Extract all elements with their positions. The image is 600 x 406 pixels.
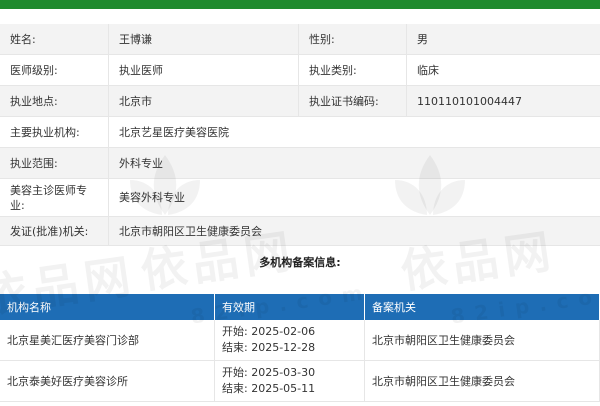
end-label: 结束: [222, 382, 248, 395]
info-row-level: 医师级别: 执业医师 执业类别: 临床 [0, 55, 600, 86]
end-date: 2025-12-28 [251, 341, 316, 354]
header-authority: 备案机关 [365, 294, 600, 320]
info-row-authority: 发证(批准)机关: 北京市朝阳区卫生健康委员会 [0, 217, 600, 246]
header-institution: 机构名称 [0, 294, 215, 320]
scope-value: 外科专业 [108, 148, 600, 178]
record-authority: 北京市朝阳区卫生健康委员会 [365, 361, 600, 401]
table-row: 北京星美汇医疗美容门诊部 开始: 2025-02-06 结束: 2025-12-… [0, 320, 600, 361]
name-label: 姓名: [10, 32, 36, 46]
info-row-location: 执业地点: 北京市 执业证书编码: 110110101004447 [0, 86, 600, 117]
specialty-value: 美容外科专业 [108, 179, 600, 216]
info-row-name: 姓名: 王博谦 性别: 男 [0, 24, 600, 55]
end-label: 结束: [222, 341, 248, 354]
info-row-institution: 主要执业机构: 北京艺星医疗美容医院 [0, 117, 600, 148]
record-period: 开始: 2025-03-30 结束: 2025-05-11 [215, 361, 365, 401]
specialty-label: 美容主诊医师专业: [10, 183, 87, 212]
authority-label: 发证(批准)机关: [10, 224, 89, 238]
records-table: 机构名称 有效期 备案机关 北京星美汇医疗美容门诊部 开始: 2025-02-0… [0, 294, 600, 402]
info-row-specialty: 美容主诊医师专业: 美容外科专业 [0, 179, 600, 217]
start-date: 2025-02-06 [251, 325, 316, 338]
gender-label: 性别: [298, 24, 406, 54]
location-label: 执业地点: [10, 94, 58, 108]
record-end: 结束: 2025-12-28 [222, 340, 315, 356]
name-value: 王博谦 [108, 24, 298, 54]
level-label: 医师级别: [10, 63, 58, 77]
license-label: 执业证书编码: [298, 86, 406, 116]
location-value: 北京市 [108, 86, 298, 116]
info-row-scope: 执业范围: 外科专业 [0, 148, 600, 179]
start-label: 开始: [222, 325, 248, 338]
records-section-title: 多机构备案信息: [259, 256, 341, 269]
start-label: 开始: [222, 366, 248, 379]
record-period: 开始: 2025-02-06 结束: 2025-12-28 [215, 320, 365, 360]
institution-label: 主要执业机构: [10, 125, 80, 139]
authority-value: 北京市朝阳区卫生健康委员会 [108, 217, 600, 245]
level-value: 执业医师 [108, 55, 298, 85]
record-authority: 北京市朝阳区卫生健康委员会 [365, 320, 600, 360]
records-header-row: 机构名称 有效期 备案机关 [0, 294, 600, 320]
record-institution: 北京泰美好医疗美容诊所 [0, 361, 215, 401]
license-value: 110110101004447 [406, 86, 600, 116]
header-period: 有效期 [215, 294, 365, 320]
category-label: 执业类别: [298, 55, 406, 85]
top-banner-bar [0, 0, 600, 9]
scope-label: 执业范围: [10, 156, 58, 170]
record-end: 结束: 2025-05-11 [222, 381, 315, 397]
record-institution: 北京星美汇医疗美容门诊部 [0, 320, 215, 360]
institution-value: 北京艺星医疗美容医院 [108, 117, 600, 147]
end-date: 2025-05-11 [251, 382, 316, 395]
record-start: 开始: 2025-03-30 [222, 365, 315, 381]
gender-value: 男 [406, 24, 600, 54]
record-start: 开始: 2025-02-06 [222, 324, 315, 340]
start-date: 2025-03-30 [251, 366, 316, 379]
doctor-info-table: 姓名: 王博谦 性别: 男 医师级别: 执业医师 执业类别: 临床 执业地点: … [0, 24, 600, 246]
table-row: 北京泰美好医疗美容诊所 开始: 2025-03-30 结束: 2025-05-1… [0, 361, 600, 402]
category-value: 临床 [406, 55, 600, 85]
